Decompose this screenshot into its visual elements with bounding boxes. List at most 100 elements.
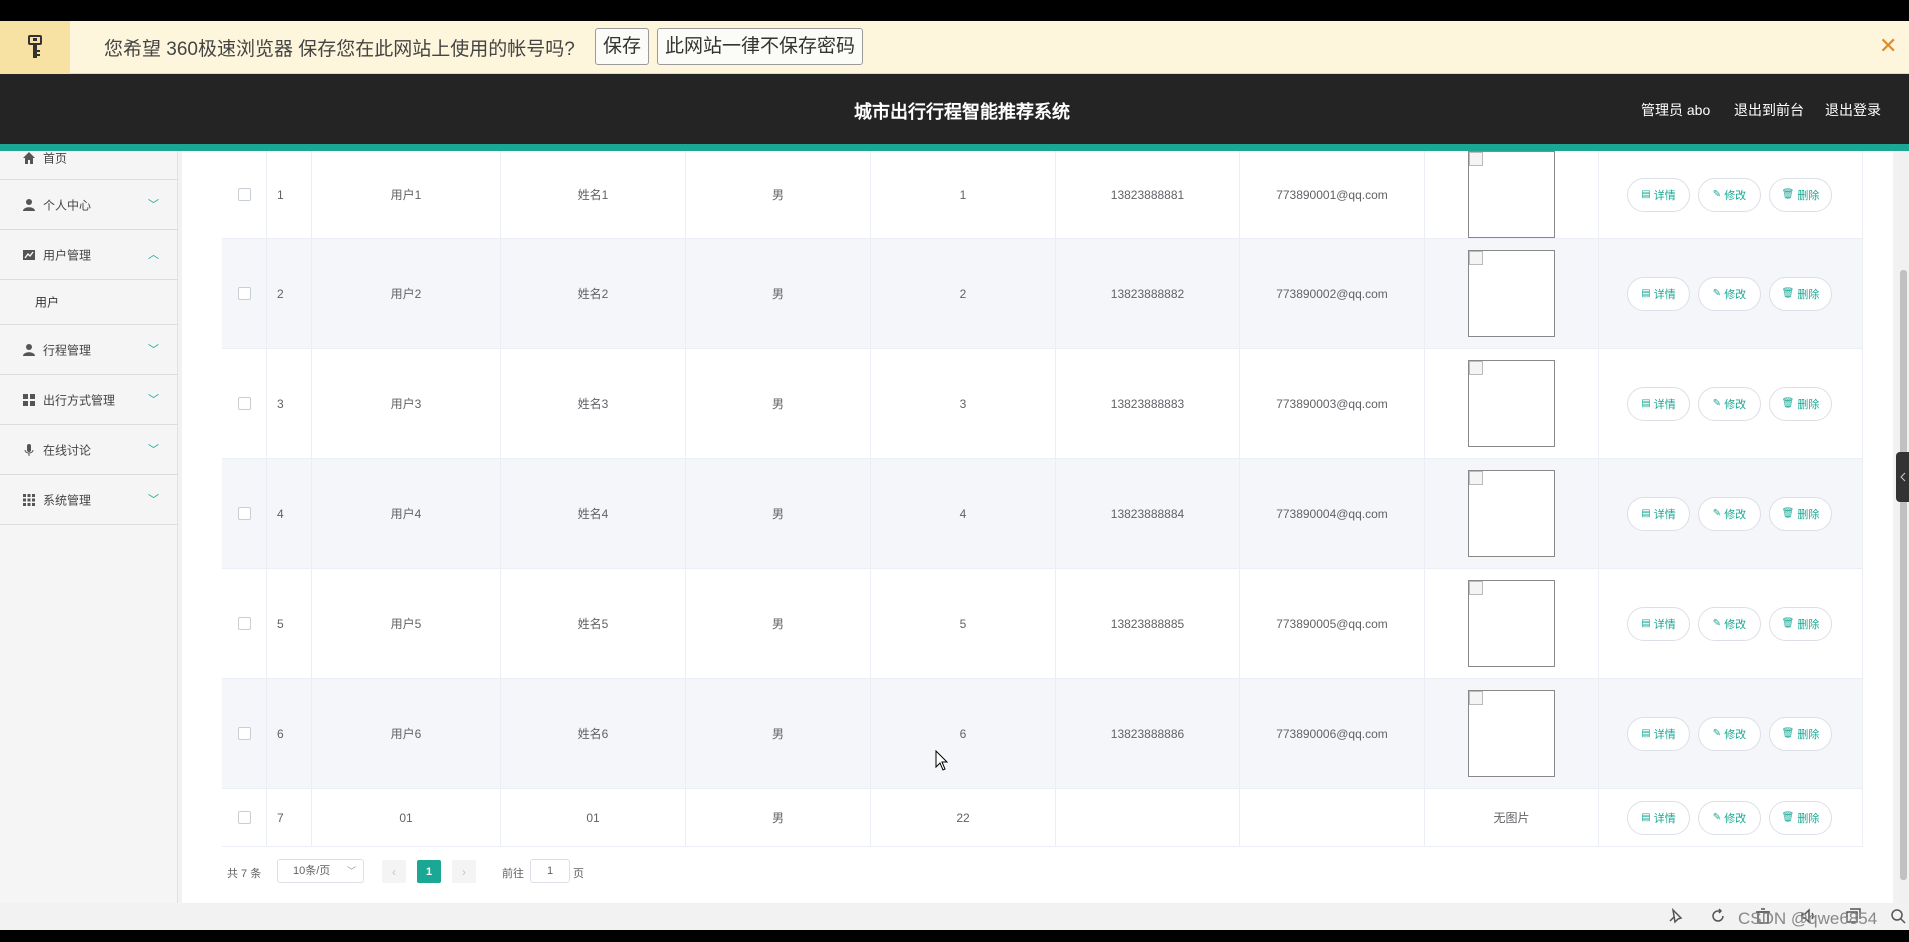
gender-value: 男	[771, 507, 784, 521]
detail-button-label: 详情	[1653, 812, 1676, 825]
edit-button-label: 修改	[1724, 288, 1747, 301]
delete-button[interactable]: 🗑 删除	[1769, 606, 1832, 641]
pin-icon[interactable]	[1666, 907, 1684, 925]
never-save-password-button[interactable]: 此网站一律不保存密码	[657, 28, 864, 65]
row-checkbox[interactable]	[237, 727, 251, 740]
exit-to-frontend-link[interactable]: 退出到前台	[1734, 100, 1804, 120]
edit-button[interactable]: ✎ 修改	[1698, 800, 1761, 835]
top-header: 城市出行行程智能推荐系统 管理员 abo 退出到前台 退出登录	[0, 74, 1909, 144]
name-value: 01	[586, 810, 600, 825]
edit-button[interactable]: ✎ 修改	[1698, 716, 1761, 751]
actions-cell: ▤ 详情 ✎ 修改 🗑 删除	[1599, 789, 1863, 846]
sidebar-item-user-management[interactable]: 用户管理 ︿	[0, 230, 178, 280]
image-cell: 无图片	[1425, 789, 1599, 846]
email-cell: 773890004@qq.com	[1240, 459, 1425, 568]
row-checkbox[interactable]	[237, 507, 251, 520]
broken-image-icon	[1469, 251, 1483, 265]
row-checkbox[interactable]	[237, 811, 251, 824]
name-cell: 01	[501, 789, 686, 846]
edit-button-label: 修改	[1724, 618, 1747, 631]
delete-button[interactable]: 🗑 删除	[1769, 496, 1832, 531]
save-password-message: 您希望 360极速浏览器 保存您在此网站上使用的帐号吗?	[104, 39, 575, 60]
detail-button[interactable]: ▤ 详情	[1627, 386, 1690, 421]
select-cell	[222, 459, 267, 568]
actions-cell: ▤ 详情 ✎ 修改 🗑 删除	[1599, 349, 1863, 458]
select-cell	[222, 239, 267, 348]
sidebar-item-online-discussion[interactable]: 在线讨论 ﹀	[0, 425, 178, 475]
detail-button[interactable]: ▤ 详情	[1627, 800, 1690, 835]
side-panel-handle[interactable]	[1896, 452, 1909, 502]
phone-value: 13823888885	[1110, 616, 1185, 631]
edit-button[interactable]: ✎ 修改	[1698, 386, 1761, 421]
scrollbar-thumb[interactable]	[1900, 270, 1907, 880]
refresh-icon[interactable]	[1709, 907, 1727, 925]
detail-button[interactable]: ▤ 详情	[1627, 276, 1690, 311]
status-bar	[0, 903, 1909, 930]
delete-button[interactable]: 🗑 删除	[1769, 716, 1832, 751]
chevron-down-icon: ﹀	[346, 866, 356, 876]
sidebar-subitem-users[interactable]: 用户	[0, 280, 178, 325]
sidebar-item-home[interactable]: 首页	[0, 137, 178, 180]
detail-button[interactable]: ▤ 详情	[1627, 496, 1690, 531]
search-icon[interactable]	[1889, 907, 1907, 925]
delete-button[interactable]: 🗑 删除	[1769, 800, 1832, 835]
detail-icon: ▤	[1641, 189, 1651, 200]
close-icon[interactable]: ✕	[1879, 33, 1897, 59]
gender-value: 男	[771, 617, 784, 631]
edit-icon: ✎	[1712, 618, 1722, 629]
account-cell: 用户1	[312, 151, 501, 238]
account-value: 用户6	[390, 727, 422, 741]
system-title: 城市出行行程智能推荐系统	[854, 102, 1070, 122]
row-checkbox[interactable]	[237, 397, 251, 410]
row-checkbox[interactable]	[237, 617, 251, 630]
logout-link[interactable]: 退出登录	[1825, 100, 1881, 120]
detail-icon: ▤	[1641, 618, 1651, 629]
prev-page-button[interactable]: ‹	[382, 860, 406, 883]
table-row: 3 用户3 姓名3 男 3 13823888883 773890003@qq.com ▤ 详情 ✎…	[222, 349, 1863, 459]
edit-button[interactable]: ✎ 修改	[1698, 276, 1761, 311]
edit-button[interactable]: ✎ 修改	[1698, 606, 1761, 641]
name-cell: 姓名1	[501, 151, 686, 238]
sidebar-item-travel-mode-management[interactable]: 出行方式管理 ﹀	[0, 375, 178, 425]
trash-icon: 🗑	[1781, 288, 1795, 299]
index-value: 5	[277, 616, 284, 631]
gender-value: 男	[771, 811, 784, 825]
sidebar-item-trip-management[interactable]: 行程管理 ﹀	[0, 325, 178, 375]
phone-cell: 13823888881	[1056, 151, 1240, 238]
delete-button-label: 删除	[1797, 189, 1820, 202]
sidebar-subitem-label: 用户	[35, 295, 60, 310]
gender-cell: 男	[686, 789, 871, 846]
page-size-select[interactable]: 10条/页 ﹀	[277, 859, 364, 883]
gender-value: 男	[771, 727, 784, 741]
next-page-button[interactable]: ›	[452, 860, 476, 883]
age-value: 3	[959, 396, 967, 411]
name-value: 姓名6	[577, 727, 609, 741]
sidebar-item-system-management[interactable]: 系统管理 ﹀	[0, 475, 178, 525]
sidebar-item-label: 首页	[43, 151, 68, 166]
no-image-text: 无图片	[1493, 811, 1530, 825]
gender-cell: 男	[686, 459, 871, 568]
user-icon	[23, 198, 35, 211]
delete-button[interactable]: 🗑 删除	[1769, 177, 1832, 212]
current-page-button[interactable]: 1	[417, 860, 441, 883]
save-password-button[interactable]: 保存	[595, 28, 650, 65]
delete-button[interactable]: 🗑 删除	[1769, 386, 1832, 421]
screen: { "password_bar": { "message": "您希望 360极…	[0, 0, 1909, 942]
age-cell: 2	[871, 239, 1056, 348]
detail-button[interactable]: ▤ 详情	[1627, 606, 1690, 641]
chart-icon	[23, 249, 35, 260]
select-cell	[222, 151, 267, 238]
name-value: 姓名1	[577, 188, 609, 202]
row-checkbox[interactable]	[237, 287, 251, 300]
detail-button[interactable]: ▤ 详情	[1627, 177, 1690, 212]
row-checkbox[interactable]	[237, 188, 251, 201]
edit-button[interactable]: ✎ 修改	[1698, 496, 1761, 531]
goto-page-input[interactable]: 1	[530, 859, 570, 883]
sidebar-item-personal-center[interactable]: 个人中心 ﹀	[0, 180, 178, 230]
chevron-up-icon: ︿	[148, 248, 159, 261]
home-icon	[23, 152, 35, 164]
detail-button[interactable]: ▤ 详情	[1627, 716, 1690, 751]
delete-button[interactable]: 🗑 删除	[1769, 276, 1832, 311]
edit-button[interactable]: ✎ 修改	[1698, 177, 1761, 212]
chevron-down-icon: ﹀	[148, 198, 159, 211]
